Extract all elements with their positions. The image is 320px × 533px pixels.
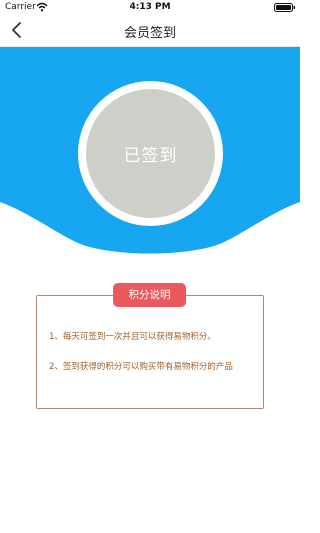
sign-in-header: 已签到 [0,47,300,257]
navigation-bar: 会员签到 [0,14,300,47]
points-description-badge: 积分说明 [113,283,186,307]
sign-in-circle: 已签到 [86,89,215,218]
points-description-card: 1、每天可签到一次并且可以获得易物积分。 2、签到获得的积分可以购买带有易物积分… [36,295,264,409]
page-title: 会员签到 [123,26,176,41]
sign-in-status: 已签到 [123,146,178,166]
rule-item: 2、签到获得的积分可以购买带有易物积分的产品 [49,362,233,372]
sign-in-button[interactable]: 已签到 [78,81,223,226]
status-bar: Carrier 4:13 PM [0,0,300,14]
rule-item: 1、每天可签到一次并且可以获得易物积分。 [49,332,216,342]
status-time: 4:13 PM [129,2,171,12]
battery-icon [274,3,296,12]
